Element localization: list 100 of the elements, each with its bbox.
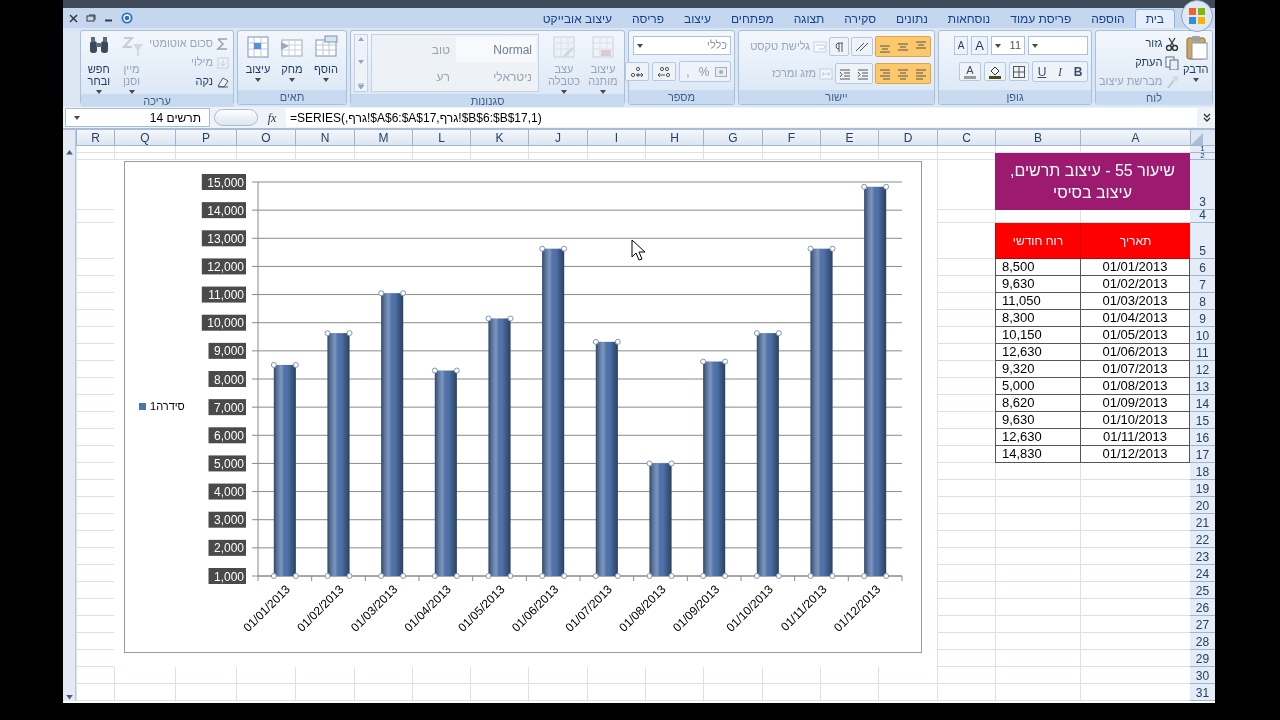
row-header[interactable]: 6 bbox=[1190, 259, 1215, 276]
font-color-button[interactable]: A bbox=[959, 62, 981, 81]
row-header[interactable]: 18 bbox=[1190, 463, 1215, 480]
row-header[interactable]: 14 bbox=[1190, 395, 1215, 412]
table-cell: 01/12/2013 bbox=[1080, 446, 1190, 463]
copy-button[interactable]: העתק bbox=[1099, 53, 1180, 72]
row-header[interactable]: 4 bbox=[1190, 210, 1215, 223]
row-header[interactable]: 12 bbox=[1190, 361, 1215, 378]
row-header[interactable]: 25 bbox=[1190, 582, 1215, 599]
tab[interactable]: פריסה bbox=[622, 9, 674, 28]
row-header[interactable]: 10 bbox=[1190, 327, 1215, 344]
axis-label: 15,000 bbox=[201, 174, 246, 190]
row-header[interactable]: 13 bbox=[1190, 378, 1215, 395]
row-header[interactable]: 3 bbox=[1190, 160, 1215, 210]
row-header[interactable]: 30 bbox=[1190, 667, 1215, 684]
formula-field[interactable]: =SERIES(,גרף!$A$6:$A$17,גרף!$B$6:$B$17,1) bbox=[286, 108, 1197, 127]
bold-button[interactable]: B bbox=[1069, 62, 1087, 81]
tab[interactable]: תצוגה bbox=[783, 9, 835, 28]
axis-label: 6,000 bbox=[208, 427, 246, 444]
column-header[interactable]: H bbox=[645, 130, 703, 146]
format-button[interactable]: עיצוב bbox=[244, 34, 272, 82]
row-header[interactable]: 23 bbox=[1190, 548, 1215, 565]
column-header[interactable]: J bbox=[528, 130, 587, 146]
group-label: סגנונות bbox=[351, 94, 624, 108]
table-cell: 9,630 bbox=[995, 412, 1080, 429]
row-header[interactable]: 22 bbox=[1190, 531, 1215, 548]
italic-button[interactable]: I bbox=[1051, 62, 1069, 81]
y-tick-label: 6,000 bbox=[213, 428, 245, 443]
axis-label: 14,000 bbox=[201, 202, 246, 219]
row-header[interactable]: 1 bbox=[1190, 146, 1215, 153]
table-cell: 14,830 bbox=[995, 446, 1080, 463]
column-header[interactable]: K bbox=[470, 130, 528, 146]
clear-button[interactable]: נקה bbox=[149, 72, 230, 91]
paste-button[interactable]: הדבק bbox=[1182, 34, 1209, 82]
column-header[interactable]: P bbox=[175, 130, 236, 146]
font-size-field[interactable]: 11 bbox=[991, 36, 1025, 55]
column-header[interactable]: L bbox=[412, 130, 470, 146]
row-header[interactable]: 21 bbox=[1190, 514, 1215, 531]
row-header[interactable]: 19 bbox=[1190, 480, 1215, 497]
row-header[interactable]: 17 bbox=[1190, 446, 1215, 463]
row-header[interactable]: 27 bbox=[1190, 616, 1215, 633]
row-header[interactable]: 15 bbox=[1190, 412, 1215, 429]
column-header[interactable]: E bbox=[820, 130, 878, 146]
row-header[interactable]: 31 bbox=[1190, 684, 1215, 701]
grow-font-button[interactable]: A bbox=[971, 36, 988, 55]
axis-label: 5,000 bbox=[208, 455, 246, 472]
tab[interactable]: בית bbox=[1134, 9, 1175, 28]
delete-button[interactable]: מחק bbox=[278, 34, 306, 82]
tab[interactable]: עיצוב אובייקט bbox=[532, 9, 623, 28]
axis-label: 4,000 bbox=[208, 483, 246, 500]
name-box[interactable]: תרשים 14 bbox=[65, 108, 210, 127]
row-header[interactable]: 5 bbox=[1190, 223, 1215, 259]
column-header[interactable]: N bbox=[295, 130, 354, 146]
tab[interactable]: פריסת עמוד bbox=[1000, 9, 1082, 28]
column-header[interactable]: O bbox=[236, 130, 295, 146]
column-header[interactable]: F bbox=[762, 130, 820, 146]
column-header[interactable]: Q bbox=[114, 130, 175, 146]
tab[interactable]: נוסחאות bbox=[937, 9, 1001, 28]
column-header[interactable]: C bbox=[937, 130, 995, 146]
row-header[interactable]: 20 bbox=[1190, 497, 1215, 514]
row-header[interactable]: 16 bbox=[1190, 429, 1215, 446]
axis-label: 13,000 bbox=[201, 230, 246, 247]
style-swatch[interactable]: Normal bbox=[456, 37, 536, 62]
table-cell: 9,320 bbox=[995, 361, 1080, 378]
row-header[interactable]: 11 bbox=[1190, 344, 1215, 361]
tab[interactable]: נתונים bbox=[886, 9, 938, 28]
table-cell: 01/04/2013 bbox=[1080, 310, 1190, 327]
insert-function-button[interactable]: fx bbox=[262, 108, 282, 127]
column-header[interactable]: M bbox=[354, 130, 412, 146]
find-select-button[interactable]: חפש ובחר bbox=[84, 34, 114, 94]
row-header[interactable]: 26 bbox=[1190, 599, 1215, 616]
tab[interactable]: מפתחים bbox=[720, 9, 784, 28]
row-header[interactable]: 28 bbox=[1190, 633, 1215, 650]
underline-button[interactable]: U bbox=[1033, 62, 1051, 81]
column-header[interactable]: D bbox=[878, 130, 937, 146]
group-label: עריכה bbox=[81, 94, 233, 108]
tab[interactable]: הוספה bbox=[1081, 9, 1135, 28]
column-header[interactable]: R bbox=[76, 130, 114, 146]
y-tick-label: 10,000 bbox=[207, 316, 245, 331]
shrink-font-button[interactable]: A bbox=[953, 36, 969, 55]
tab[interactable]: סקירה bbox=[834, 9, 887, 28]
row-header[interactable]: 9 bbox=[1190, 310, 1215, 327]
column-header[interactable]: G bbox=[703, 130, 762, 146]
row-header[interactable]: 29 bbox=[1190, 650, 1215, 667]
y-tick-label: 13,000 bbox=[207, 231, 245, 246]
cut-button[interactable]: גזור bbox=[1099, 34, 1180, 53]
row-header[interactable]: 8 bbox=[1190, 293, 1215, 310]
table-cell: 01/11/2013 bbox=[1080, 429, 1190, 446]
table-cell: 01/10/2013 bbox=[1080, 412, 1190, 429]
table-cell: 5,000 bbox=[995, 378, 1080, 395]
table-cell: 11,050 bbox=[995, 293, 1080, 310]
column-header[interactable]: B bbox=[995, 130, 1080, 146]
y-tick-label: 5,000 bbox=[213, 456, 245, 471]
table-cell: 01/03/2013 bbox=[1080, 293, 1190, 310]
row-header[interactable]: 24 bbox=[1190, 565, 1215, 582]
insert-button[interactable]: הוסף bbox=[312, 34, 340, 82]
column-header[interactable]: A bbox=[1080, 130, 1190, 146]
row-header[interactable]: 7 bbox=[1190, 276, 1215, 293]
tab[interactable]: עיצוב bbox=[674, 9, 721, 28]
column-header[interactable]: I bbox=[587, 130, 645, 146]
